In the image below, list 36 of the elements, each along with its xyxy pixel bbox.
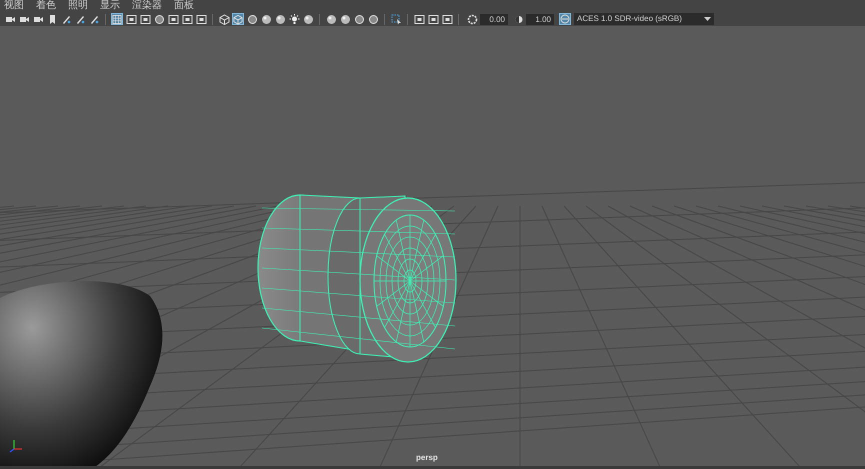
sphere-icon[interactable] [260,13,272,25]
number-field[interactable]: 1.00 [526,14,554,24]
sphere-icon[interactable] [339,13,351,25]
frame-icon[interactable] [427,13,439,25]
frame-icon[interactable] [195,13,207,25]
axis-icon [10,440,22,452]
frame-icon[interactable] [125,13,137,25]
pen-icon[interactable] [88,13,100,25]
circle-icon[interactable] [246,13,258,25]
frame-icon[interactable] [441,13,453,25]
viewport[interactable]: persp [0,26,865,469]
light-bulb-icon[interactable] [288,13,300,25]
menu-item[interactable]: 照明 [68,0,88,12]
frame-icon[interactable] [167,13,179,25]
menu-item[interactable]: 显示 [100,0,120,12]
menu-item[interactable]: 面板 [174,0,194,12]
circle-icon[interactable] [353,13,365,25]
sphere-icon[interactable] [302,13,314,25]
frame-icon[interactable] [181,13,193,25]
pen-icon[interactable] [74,13,86,25]
frame-icon[interactable] [139,13,151,25]
aperture-icon[interactable] [466,13,478,25]
number-field[interactable]: 0.00 [480,14,508,24]
circle-icon[interactable] [367,13,379,25]
caret-icon [704,17,711,21]
camera-label: persp [416,453,438,462]
selection-icon[interactable] [390,13,402,25]
cube-icon[interactable] [218,13,230,25]
menu-item[interactable]: 视图 [4,0,24,12]
frame-icon[interactable] [413,13,425,25]
view-transform-dropdown[interactable]: ACES 1.0 SDR-video (sRGB) [574,13,714,25]
sphere-icon[interactable] [325,13,337,25]
pen-icon[interactable] [60,13,72,25]
circle-icon[interactable] [153,13,165,25]
color-management-toggle[interactable] [559,13,571,25]
sphere-icon[interactable] [274,13,286,25]
